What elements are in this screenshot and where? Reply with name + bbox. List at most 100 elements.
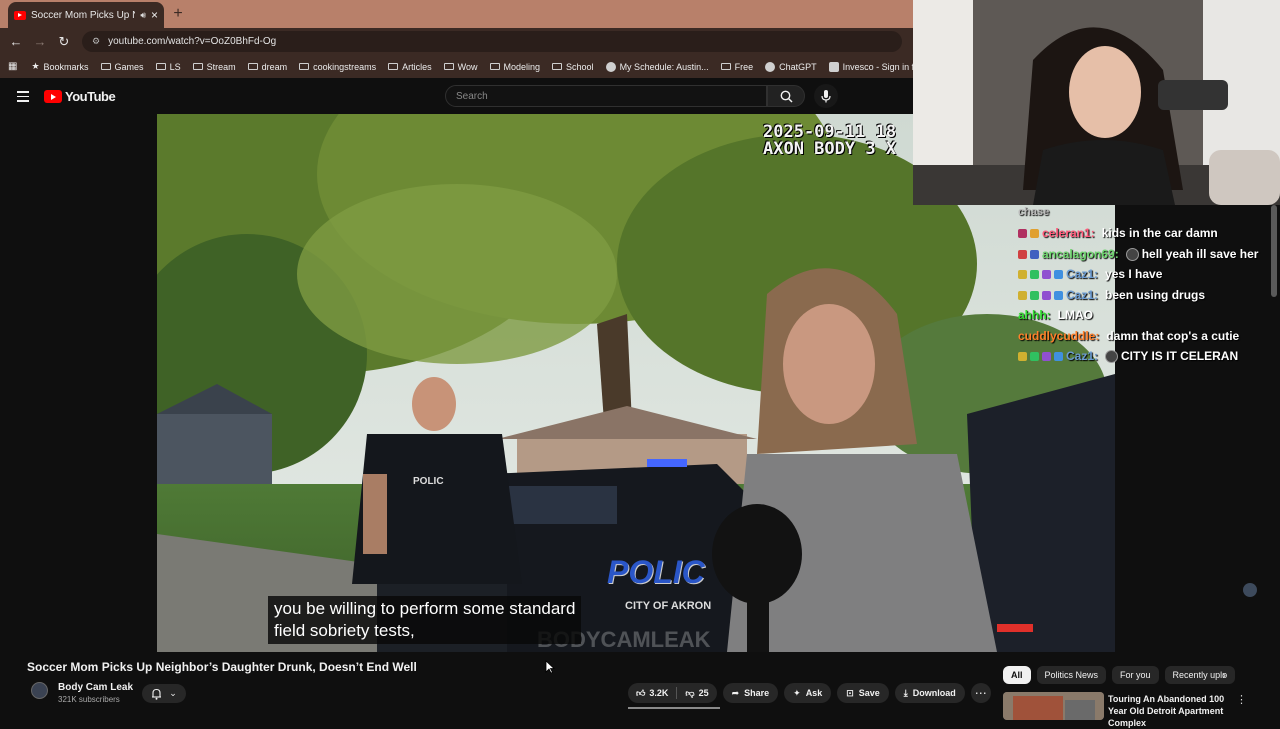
bookmark-item[interactable]: dream [242, 62, 294, 72]
mouse-cursor-icon [545, 660, 555, 674]
bookmark-item[interactable]: cookingstreams [293, 62, 382, 72]
bookmark-item[interactable]: Free [715, 62, 760, 72]
chat-message: cuddlycuddle: damn that cop's a cutie [1018, 329, 1239, 343]
chat-username: Caz1: [1066, 267, 1099, 281]
speaker-icon[interactable]: 🔊︎ [140, 10, 146, 21]
chat-text: damn that cop's a cutie [1106, 329, 1240, 343]
like-ratio-bar [628, 707, 720, 709]
new-tab-button[interactable]: + [168, 4, 188, 24]
video-caption: you be willing to perform some standard … [268, 596, 582, 644]
reload-icon[interactable]: ↻ [52, 34, 76, 50]
chat-scrollbar[interactable] [1271, 205, 1277, 297]
chat-badge-icon [1054, 290, 1063, 300]
youtube-wordmark: YouTube [65, 89, 116, 104]
bookmark-item[interactable]: Stream [187, 62, 242, 72]
chat-badge-icon [1030, 269, 1039, 279]
chat-text: LMAO [1057, 308, 1093, 322]
bookmark-item[interactable]: LS [150, 62, 187, 72]
chat-message: ancalagon69: hell yeah ill save her [1018, 247, 1258, 261]
back-icon[interactable]: ← [4, 34, 28, 49]
recommendation-thumbnail[interactable] [1003, 692, 1104, 720]
chat-username: ancalagon69: [1042, 247, 1119, 261]
folder-icon [100, 63, 111, 70]
chat-text: yes I have [1105, 267, 1163, 281]
folder-icon [388, 63, 399, 70]
hamburger-icon[interactable] [17, 91, 29, 105]
more-vertical-icon[interactable]: ⋮ [1236, 693, 1247, 706]
chat-badge-icon [1030, 290, 1039, 300]
chip-politics-news[interactable]: Politics News [1036, 666, 1107, 684]
recommendation-chips: All Politics News For you Recently uplo [1003, 666, 1235, 684]
bodycam-timestamp: 2025-09-11 18 AXON BODY 3 X [763, 122, 897, 159]
chat-message: Caz1: CITY IS IT CELERAN [1018, 349, 1238, 363]
ask-icon: ✦ [793, 687, 801, 698]
bookmark-item[interactable]: Invesco - Sign in for... [823, 61, 913, 72]
thumbnail-image [1003, 692, 1104, 720]
bookmark-item[interactable]: Games [95, 62, 150, 72]
chat-badge-icon [1030, 351, 1039, 361]
chat-text: CITY IS IT CELERAN [1121, 349, 1239, 363]
bookmark-item[interactable]: ChatGPT [759, 61, 823, 72]
voice-search-button[interactable] [814, 84, 838, 108]
youtube-logo[interactable]: YouTube [44, 89, 116, 104]
channel-avatar[interactable] [31, 682, 48, 699]
channel-name[interactable]: Body Cam Leak [58, 682, 133, 693]
browser-tabstrip: Soccer Mom Picks Up Neig 🔊︎ × + [0, 0, 913, 28]
notification-button[interactable]: ⌄ [142, 684, 186, 703]
video-actions: 👍︎ 3.2K 👎︎ 25 ➦ Share ✦ Ask ⊡ Save ⤓ Downloa… [628, 683, 991, 703]
chevron-right-icon[interactable]: › [1222, 668, 1226, 682]
youtube-play-icon [44, 90, 62, 103]
like-dislike-group: 👍︎ 3.2K 👎︎ 25 [628, 683, 717, 703]
forward-icon[interactable]: → [28, 34, 52, 49]
save-button[interactable]: ⊡ Save [837, 683, 889, 703]
browser-toolbar: ← → ↻ ⚙ youtube.com/watch?v=OoZ0BhFd-Og [0, 28, 913, 55]
download-button[interactable]: ⤓ Download [894, 683, 965, 703]
mic-icon [821, 90, 831, 103]
close-tab-icon[interactable]: × [151, 8, 158, 22]
avatar-icon[interactable] [1243, 583, 1257, 597]
vest-text: POLIC [413, 476, 444, 487]
chip-for-you[interactable]: For you [1112, 666, 1159, 684]
youtube-favicon-icon [14, 10, 26, 20]
chat-message: ahhh: LMAO [1018, 308, 1093, 322]
chat-text: kids in the car damn [1101, 226, 1218, 240]
chip-all[interactable]: All [1003, 666, 1031, 684]
chat-message: Caz1: yes I have [1018, 267, 1162, 281]
chat-badge-icon [1018, 249, 1027, 259]
folder-icon [443, 63, 454, 70]
address-bar[interactable]: ⚙ youtube.com/watch?v=OoZ0BhFd-Og [82, 31, 902, 52]
folder-icon [247, 63, 258, 70]
dislike-button[interactable]: 👎︎ 25 [677, 688, 716, 699]
site-info-icon[interactable]: ⚙ [92, 36, 100, 47]
streamer-webcam [913, 0, 1280, 205]
ask-button[interactable]: ✦ Ask [784, 683, 832, 703]
bookmark-item[interactable]: School [546, 62, 600, 72]
invesco-icon [828, 61, 839, 72]
bookmark-item[interactable]: Wow [438, 62, 484, 72]
bookmark-item[interactable]: ★ Bookmarks [25, 61, 94, 72]
more-icon[interactable]: ⋯ [970, 683, 991, 703]
like-button[interactable]: 👍︎ 3.2K [628, 688, 676, 699]
chat-emote-icon [1105, 349, 1119, 363]
recommendation-title[interactable]: Touring An Abandoned 100 Year Old Detroi… [1108, 693, 1234, 729]
apps-icon[interactable]: ▦ [0, 61, 25, 72]
bookmark-item[interactable]: Articles [382, 62, 438, 72]
bell-icon [152, 688, 162, 700]
dislike-count: 25 [698, 688, 709, 698]
video-title: Soccer Mom Picks Up Neighbor’s Daughter … [27, 660, 417, 674]
youtube-header: YouTube Search [0, 78, 913, 114]
chat-badge-icon [1018, 351, 1027, 361]
bookmark-item[interactable]: Modeling [484, 62, 547, 72]
bookmark-item[interactable]: My Schedule: Austin... [600, 61, 715, 72]
download-icon: ⤓ [903, 687, 908, 698]
search-input[interactable]: Search [445, 85, 767, 107]
chat-username: celeran1: [1042, 226, 1095, 240]
chat-badge-icon [1042, 290, 1051, 300]
share-button[interactable]: ➦ Share [722, 683, 779, 703]
chat-badge-icon [1018, 269, 1027, 279]
search-button[interactable] [767, 85, 805, 107]
browser-tab[interactable]: Soccer Mom Picks Up Neig 🔊︎ × [8, 2, 164, 28]
share-icon: ➦ [731, 687, 740, 698]
chat-badge-icon [1054, 351, 1063, 361]
stream-chat: chase celeran1: kids in the car damn anc… [1012, 205, 1280, 375]
